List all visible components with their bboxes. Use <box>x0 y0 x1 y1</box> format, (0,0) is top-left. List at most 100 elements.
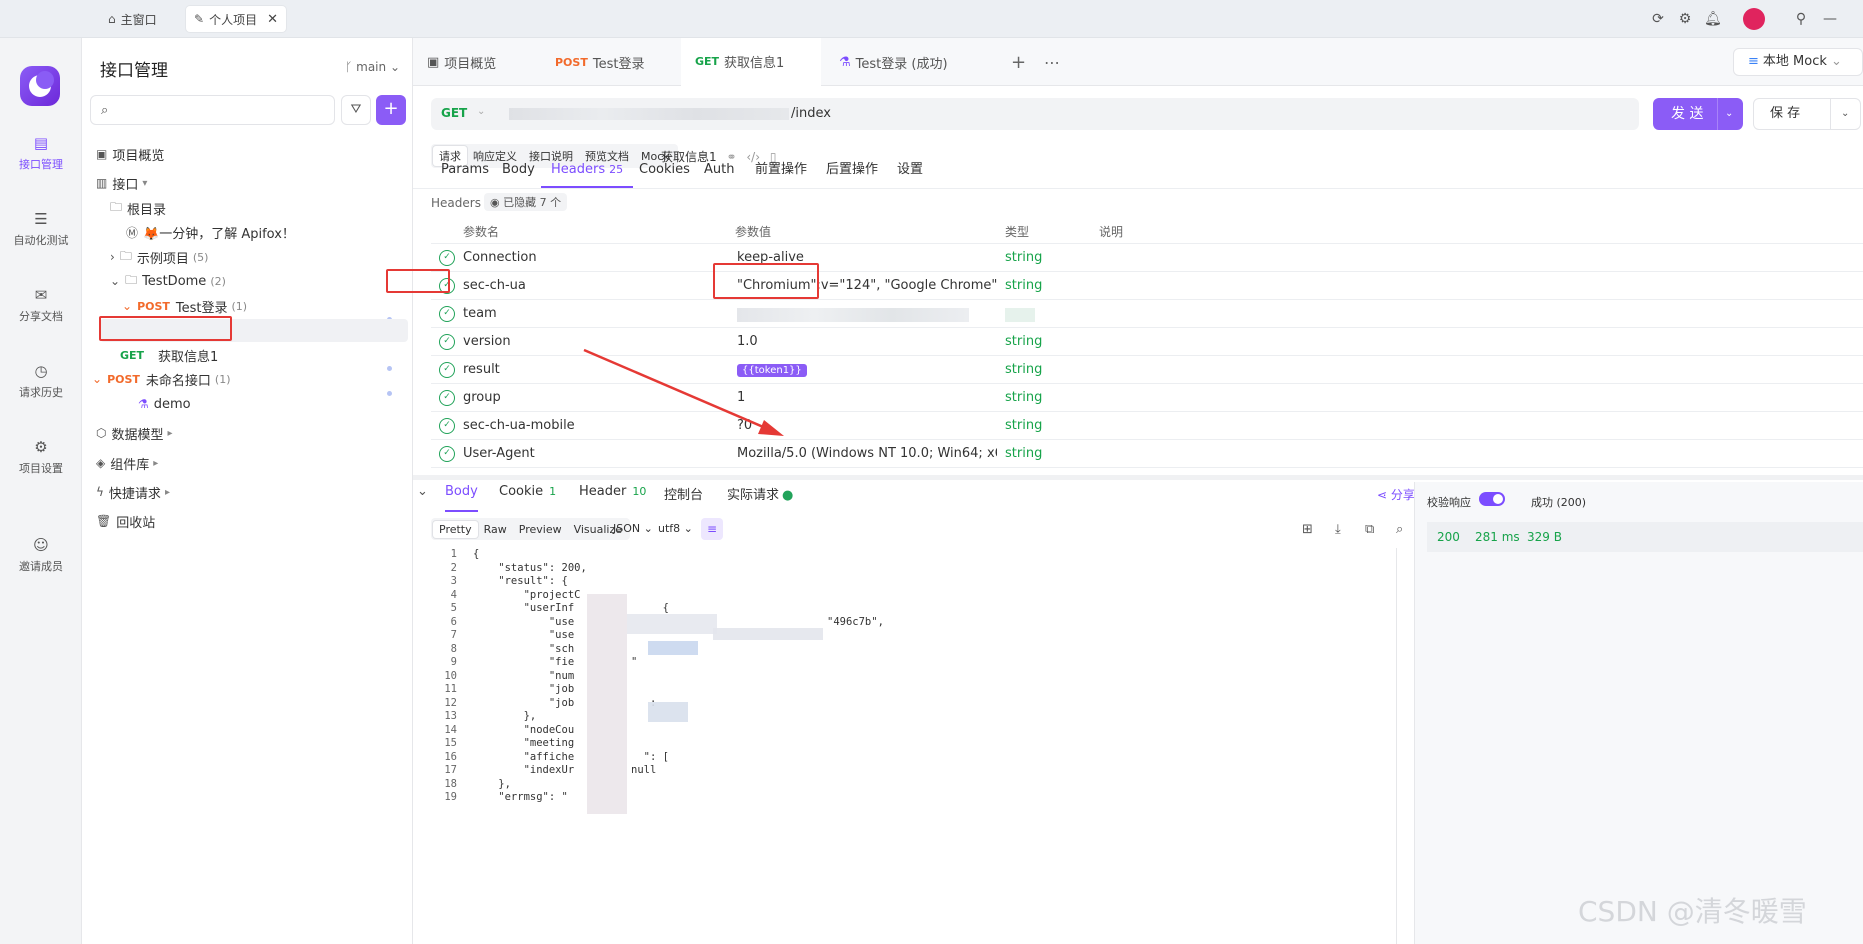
format-icon[interactable]: ⊞ <box>1302 522 1313 537</box>
tab-auth[interactable]: Auth <box>704 152 734 188</box>
tree-demo-case[interactable]: ⚗ demo <box>138 392 191 416</box>
tab-overview[interactable]: ▣ 项目概览 <box>413 38 510 86</box>
download-icon[interactable]: ⤓ <box>1335 522 1341 537</box>
header-name[interactable]: group <box>463 390 501 405</box>
header-type[interactable]: string <box>1005 362 1042 377</box>
header-name[interactable]: Connection <box>463 250 537 265</box>
tree-get-info[interactable]: GET 获取信息1 <box>120 343 218 367</box>
hidden-headers-badge[interactable]: ◉ 已隐藏 7 个 <box>484 193 568 211</box>
header-name[interactable]: version <box>463 334 511 349</box>
format-pretty[interactable]: Pretty <box>433 520 478 538</box>
header-type[interactable]: string <box>1005 446 1042 461</box>
tab-login-success[interactable]: ⚗ Test登录 (成功) <box>825 38 962 86</box>
tree-post-unnamed[interactable]: ⌄ POST 未命名接口 (1) <box>92 367 231 391</box>
tree-intro-doc[interactable]: Ⓜ 🦊一分钟，了解 Apifox！ <box>126 220 295 244</box>
encoding-select[interactable]: utf8 ⌄ <box>658 522 693 535</box>
sidebar-item-components[interactable]: ◈ 组件库 ▸ <box>96 451 158 475</box>
copy-icon[interactable]: ⧉ <box>1365 522 1374 537</box>
header-value[interactable]: Mozilla/5.0 (Windows NT 10.0; Win64; x64… <box>737 446 997 461</box>
tab-post-processors[interactable]: 后置操作 <box>826 152 878 188</box>
add-button[interactable]: + <box>376 95 406 125</box>
url-input[interactable]: GET ⌄ /index <box>431 98 1639 130</box>
header-value[interactable]: 1.0 <box>737 334 997 349</box>
collapse-icon[interactable]: ⌄ <box>417 484 428 512</box>
tab-post-login[interactable]: POST Test登录 <box>541 38 658 86</box>
header-value[interactable]: 1 <box>737 390 997 405</box>
resp-tab-body[interactable]: Body <box>445 484 478 512</box>
tab-get-info[interactable]: GET 获取信息1 <box>681 38 821 86</box>
bell-icon[interactable]: 🔔︎ <box>1704 11 1722 27</box>
header-name[interactable]: sec-ch-ua <box>463 278 526 293</box>
rail-item-api[interactable]: ▤ 接口管理 <box>0 134 82 172</box>
branch-selector[interactable]: ᚴ main ⌄ <box>345 60 400 74</box>
tree-post-login[interactable]: ⌄ POST Test登录 (1) <box>122 294 247 318</box>
table-row[interactable]: ✓ sec-ch-ua-mobile ?0 string <box>431 412 1863 440</box>
rail-item-invite[interactable]: ☺ 邀请成员 <box>0 536 82 574</box>
chevron-down-icon[interactable]: ⌄ <box>1725 98 1733 130</box>
close-icon[interactable]: ✕ <box>267 12 278 27</box>
panel-splitter[interactable] <box>413 475 1863 480</box>
mock-env-selector[interactable]: ≡ 本地 Mock ⌄ <box>1733 48 1863 76</box>
sidebar-item-apis[interactable]: ▥ 接口 ▾ <box>96 171 147 195</box>
rail-item-automation[interactable]: ☰ 自动化测试 <box>0 210 82 248</box>
filter-button[interactable]: ⛛ <box>341 95 371 125</box>
header-value[interactable]: ?0 <box>737 418 997 433</box>
tab-settings[interactable]: 设置 <box>897 152 923 188</box>
resp-tab-actual-request[interactable]: 实际请求 ● <box>727 484 793 512</box>
pin-icon[interactable]: ⚲ <box>1793 11 1809 27</box>
search-input[interactable]: ⌕ <box>90 95 335 125</box>
avatar[interactable] <box>1743 8 1765 30</box>
rail-item-project-settings[interactable]: ⚙ 项目设置 <box>0 438 82 476</box>
language-select[interactable]: JSON ⌄ <box>613 522 653 535</box>
header-type[interactable]: string <box>1005 334 1042 349</box>
tab-pre-processors[interactable]: 前置操作 <box>755 152 807 188</box>
table-row[interactable]: ✓ Connection keep-alive string <box>431 244 1863 272</box>
tree-testdome[interactable]: ⌄ 🗀 TestDome (2) <box>110 269 226 293</box>
validate-toggle[interactable] <box>1479 492 1505 506</box>
table-row[interactable]: ✓ team <box>431 300 1863 328</box>
check-icon[interactable]: ✓ <box>439 362 455 378</box>
tree-root[interactable]: 🗀 根目录 <box>110 196 166 220</box>
header-type[interactable]: string <box>1005 418 1042 433</box>
header-type[interactable]: string <box>1005 250 1042 265</box>
header-name[interactable]: team <box>463 306 497 321</box>
table-row[interactable]: ✓ result {{token1}} string <box>431 356 1863 384</box>
refresh-icon[interactable]: ⟳ <box>1650 11 1666 27</box>
check-icon[interactable]: ✓ <box>439 250 455 266</box>
share-button[interactable]: ⋖ 分享 <box>1377 486 1415 503</box>
header-value[interactable]: {{token1}} <box>737 362 997 377</box>
header-type[interactable]: string <box>1005 278 1042 293</box>
tab-cookies[interactable]: Cookies <box>639 152 690 188</box>
chevron-down-icon[interactable]: ⌄ <box>1841 99 1849 129</box>
check-icon[interactable]: ✓ <box>439 446 455 462</box>
check-icon[interactable]: ✓ <box>439 334 455 350</box>
more-tabs-button[interactable]: ⋯ <box>1030 38 1074 86</box>
header-name[interactable]: User-Agent <box>463 446 535 461</box>
save-button[interactable]: 保 存 ⌄ <box>1753 98 1861 130</box>
sidebar-item-quick-request[interactable]: ϟ 快捷请求 ▸ <box>96 480 170 504</box>
table-row[interactable]: ✓ sec-ch-ua "Chromium";v="124", "Google … <box>431 272 1863 300</box>
send-button[interactable]: 发 送 ⌄ <box>1653 98 1743 130</box>
table-row[interactable]: ✓ group 1 string <box>431 384 1863 412</box>
table-row[interactable]: ✓ version 1.0 string <box>431 328 1863 356</box>
format-preview[interactable]: Preview <box>513 521 568 538</box>
rail-item-doc-share[interactable]: ✉ 分享文档 <box>0 286 82 324</box>
check-icon[interactable]: ✓ <box>439 306 455 322</box>
response-code[interactable]: 1{2 "status": 200, 3 "result": {4 "projec… <box>431 548 1397 944</box>
tab-body[interactable]: Body <box>502 152 535 188</box>
header-name[interactable]: sec-ch-ua-mobile <box>463 418 575 433</box>
search-icon[interactable]: ⌕ <box>1396 522 1403 537</box>
format-raw[interactable]: Raw <box>478 521 513 538</box>
header-name[interactable]: result <box>463 362 500 377</box>
resp-tab-cookie[interactable]: Cookie 1 <box>499 484 556 512</box>
tab-params[interactable]: Params <box>441 152 489 188</box>
header-type[interactable]: string <box>1005 390 1042 405</box>
minimize-icon[interactable]: — <box>1822 11 1838 27</box>
method-selector[interactable]: GET <box>441 106 467 120</box>
validate-result[interactable]: 成功 (200) <box>1531 494 1586 510</box>
gear-icon[interactable]: ⚙ <box>1677 11 1693 27</box>
tree-examples[interactable]: › 🗀 示例项目 (5) <box>110 245 208 269</box>
wrap-lines-button[interactable]: ≡ <box>701 518 723 540</box>
sidebar-item-recycle[interactable]: 🗑︎ 回收站 <box>96 509 155 533</box>
sidebar-item-data-models[interactable]: ⬡ 数据模型 ▸ <box>96 421 173 445</box>
